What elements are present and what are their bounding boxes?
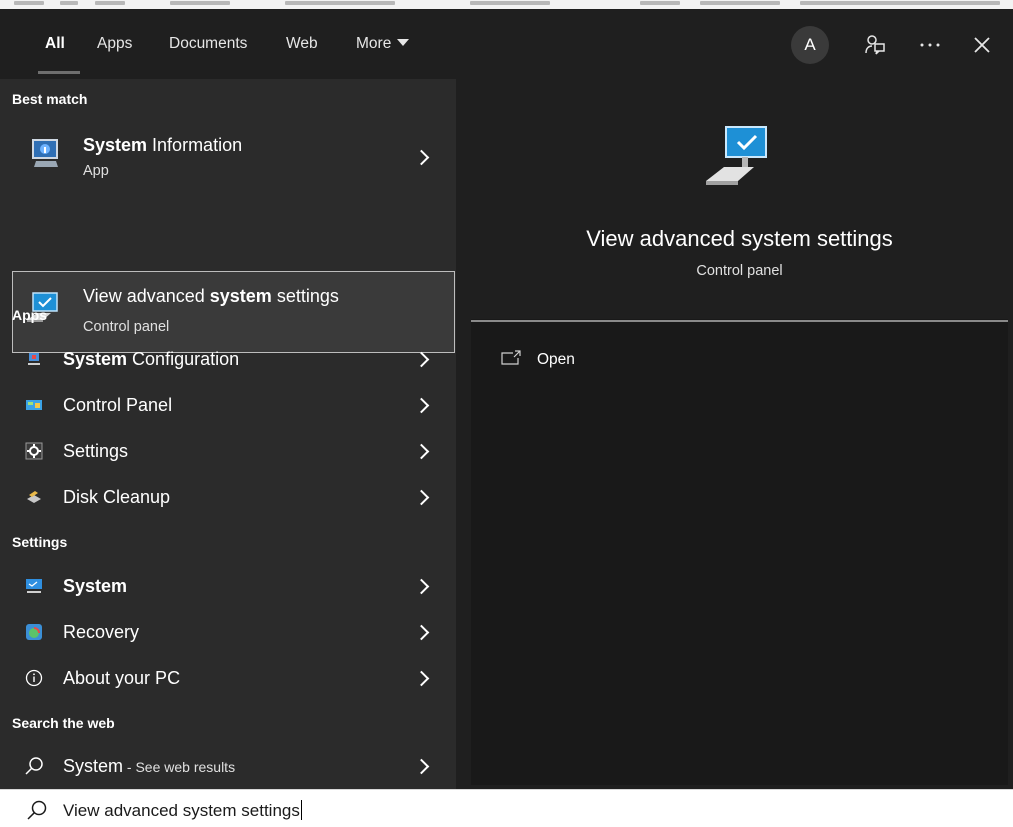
app-label: Control Panel xyxy=(63,395,173,415)
web-result-label: System - See web results xyxy=(63,756,236,776)
chevron-right-icon[interactable] xyxy=(414,149,430,167)
search-panel: All Apps Documents Web More A Best match xyxy=(0,9,1013,789)
section-settings: Settings xyxy=(12,534,68,550)
tab-all[interactable]: All xyxy=(45,35,65,53)
chevron-right-icon[interactable] xyxy=(414,443,430,461)
text-cursor xyxy=(300,800,302,820)
open-external-icon xyxy=(501,349,521,371)
chevron-right-icon[interactable] xyxy=(414,758,430,776)
app-settings[interactable]: Settings xyxy=(0,429,456,473)
app-label: Disk Cleanup xyxy=(63,487,171,507)
preview-pane: View advanced system settings Control pa… xyxy=(471,93,1008,785)
search-box[interactable]: View advanced system settings xyxy=(0,789,1013,827)
preview-header: View advanced system settings Control pa… xyxy=(471,93,1008,319)
info-icon xyxy=(24,668,44,688)
section-apps: Apps xyxy=(12,307,47,323)
open-action-label: Open xyxy=(537,351,575,368)
chevron-right-icon[interactable] xyxy=(414,624,430,642)
app-control-panel[interactable]: Control Panel xyxy=(0,383,456,427)
tab-more[interactable]: More xyxy=(356,35,410,53)
user-avatar[interactable]: A xyxy=(791,26,829,64)
chevron-right-icon[interactable] xyxy=(414,351,430,369)
feedback-icon[interactable] xyxy=(861,31,889,59)
results-list: Best match System Information App View a… xyxy=(0,79,456,789)
result-subtitle: App xyxy=(83,163,109,179)
search-icon xyxy=(24,756,44,776)
active-tab-indicator xyxy=(38,71,80,74)
section-best-match: Best match xyxy=(12,91,88,107)
tab-documents[interactable]: Documents xyxy=(169,35,247,53)
setting-label: System xyxy=(63,576,128,596)
app-disk-cleanup[interactable]: Disk Cleanup xyxy=(0,475,456,519)
setting-label: Recovery xyxy=(63,622,140,642)
preview-subtitle: Control panel xyxy=(696,263,783,279)
setting-recovery[interactable]: Recovery xyxy=(0,610,456,654)
app-label: System Configuration xyxy=(63,349,240,369)
app-label: Settings xyxy=(63,441,129,461)
tab-web[interactable]: Web xyxy=(286,35,318,53)
section-search-the-web: Search the web xyxy=(12,715,115,731)
settings-gear-icon xyxy=(24,441,44,461)
web-result-system[interactable]: System - See web results xyxy=(0,744,456,788)
chevron-right-icon[interactable] xyxy=(414,489,430,507)
chevron-down-icon xyxy=(397,39,410,46)
system-display-icon xyxy=(24,576,44,596)
open-action[interactable]: Open xyxy=(501,349,575,371)
close-icon[interactable] xyxy=(968,31,996,59)
control-panel-icon xyxy=(24,395,44,415)
setting-label: About your PC xyxy=(63,668,181,688)
search-icon xyxy=(26,799,48,826)
setting-about-your-pc[interactable]: About your PC xyxy=(0,656,456,700)
result-system-information[interactable]: System Information App xyxy=(0,129,456,191)
tab-apps[interactable]: Apps xyxy=(97,35,132,53)
tab-more-label: More xyxy=(356,35,392,52)
more-options-icon[interactable] xyxy=(916,31,944,59)
result-title: System Information xyxy=(83,135,243,155)
chevron-right-icon[interactable] xyxy=(414,578,430,596)
search-input[interactable]: View advanced system settings xyxy=(63,800,302,821)
recovery-icon xyxy=(24,622,44,642)
result-title: View advanced system settings xyxy=(83,286,339,306)
preview-divider xyxy=(471,320,1008,322)
chevron-right-icon[interactable] xyxy=(414,397,430,415)
system-configuration-icon xyxy=(24,349,44,369)
search-top-bar: All Apps Documents Web More A xyxy=(0,9,1013,79)
system-information-icon xyxy=(30,137,64,171)
setting-system[interactable]: System xyxy=(0,564,456,608)
disk-cleanup-icon xyxy=(24,487,44,507)
advanced-system-settings-icon xyxy=(702,123,778,193)
preview-title: View advanced system settings xyxy=(586,226,893,251)
chevron-right-icon[interactable] xyxy=(414,670,430,688)
app-system-configuration[interactable]: System Configuration xyxy=(0,337,456,381)
